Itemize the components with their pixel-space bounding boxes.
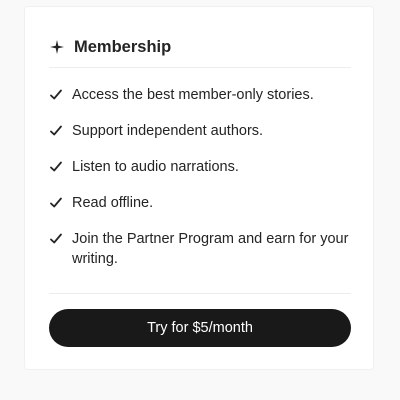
checkmark-icon [49, 229, 63, 249]
feature-item: Access the best member-only stories. [49, 85, 351, 105]
footer-divider [49, 293, 351, 294]
checkmark-icon [49, 121, 63, 141]
feature-label: Read offline. [72, 195, 154, 211]
feature-list: Access the best member-only stories. Sup… [49, 85, 351, 285]
feature-item: Read offline. [49, 193, 351, 213]
checkmark-icon [49, 85, 63, 105]
checkmark-icon [49, 157, 63, 177]
feature-item: Join the Partner Program and earn for yo… [49, 229, 351, 269]
membership-header: Membership [49, 31, 171, 63]
feature-label: Listen to audio narrations. [72, 159, 239, 175]
checkmark-icon [49, 193, 63, 213]
feature-label: Join the Partner Program and earn for yo… [72, 231, 349, 267]
try-membership-button[interactable]: Try for $5/month [49, 309, 351, 347]
feature-label: Support independent authors. [72, 123, 264, 139]
sparkle-icon [49, 39, 65, 55]
feature-item: Listen to audio narrations. [49, 157, 351, 177]
membership-title: Membership [74, 37, 172, 56]
membership-card: Membership Access the best member-only s… [24, 6, 374, 370]
header-divider [49, 67, 351, 68]
feature-label: Access the best member-only stories. [72, 87, 314, 103]
feature-item: Support independent authors. [49, 121, 351, 141]
